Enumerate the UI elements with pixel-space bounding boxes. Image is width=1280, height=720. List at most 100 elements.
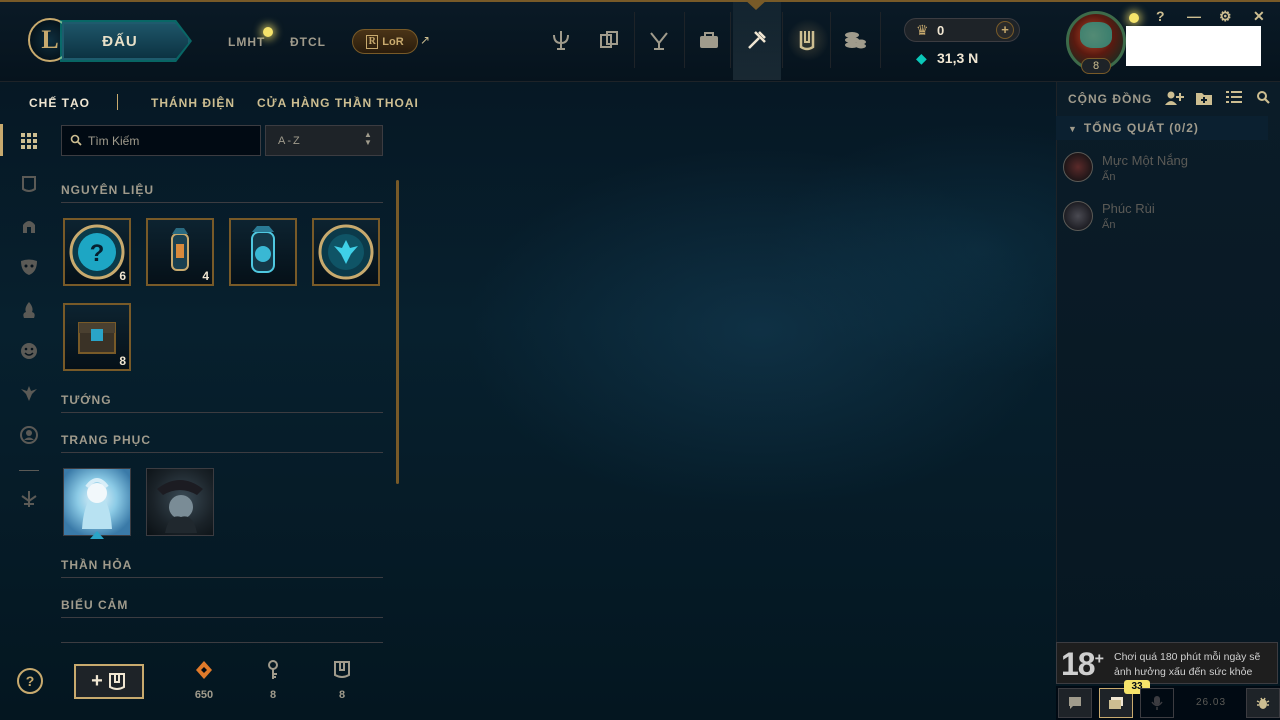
tft-icon[interactable]: [595, 26, 623, 54]
store-icon[interactable]: [695, 26, 723, 54]
loot-tile-mythic[interactable]: [312, 218, 380, 286]
section-divider: [61, 202, 383, 203]
skin-ice-icon: [82, 478, 112, 529]
loot-tile-mystery[interactable]: ? 6: [63, 218, 131, 286]
social-title: CỘNG ĐỒNG: [1068, 92, 1153, 106]
age-warning-text: Chơi quá 180 phút mỗi ngày sẽ ảnh hưởng …: [1114, 651, 1261, 678]
skin-dark-icon: [157, 480, 203, 533]
loot-count: 4: [202, 269, 209, 283]
section-title-materials[interactable]: NGUYÊN LIỆU: [61, 183, 154, 197]
lor-label: LoR: [382, 35, 404, 48]
help-icon[interactable]: ?: [17, 668, 43, 694]
minimize-button[interactable]: —: [1187, 8, 1201, 24]
loot-count: 8: [119, 354, 126, 368]
age-rating-plus: +: [1094, 650, 1104, 668]
chevron-down-icon: ▼: [1068, 124, 1078, 134]
search-input[interactable]: [88, 131, 253, 151]
chest-icon: [108, 672, 125, 690]
crafting-icon[interactable]: [743, 26, 771, 54]
loot-tile-chest[interactable]: 8: [63, 303, 131, 371]
buy-rp-button[interactable]: +: [996, 21, 1014, 39]
notification-dot: [263, 27, 273, 37]
voice-button[interactable]: [1140, 688, 1174, 718]
nav-divider: [684, 12, 685, 68]
svg-text:?: ?: [90, 240, 105, 267]
age-rating: 18+: [1061, 646, 1104, 683]
notifications-icon: [1109, 697, 1123, 709]
key-stat: 8: [253, 660, 293, 701]
sidebar-item-skin-icon[interactable]: [18, 256, 40, 278]
orange-essence-stat: 650: [184, 660, 224, 701]
scrollbar[interactable]: [396, 180, 399, 484]
sidebar-item-all-icon[interactable]: [18, 130, 40, 152]
nav-divider: [730, 12, 731, 68]
section-title-champions[interactable]: TƯỚNG: [61, 393, 112, 407]
close-button[interactable]: ✕: [1253, 8, 1265, 25]
chat-button[interactable]: [1058, 688, 1092, 718]
nav-active-caret-icon: [743, 0, 769, 12]
tab-crafting[interactable]: CHẾ TẠO: [29, 96, 90, 110]
rp-icon: ♛: [916, 22, 929, 38]
bug-icon: [1256, 697, 1270, 709]
tab-mythic-shop[interactable]: CỬA HÀNG THẦN THOẠI: [257, 96, 419, 110]
add-chest-button[interactable]: +: [74, 664, 144, 699]
nav-link-lol[interactable]: LMHT: [228, 35, 265, 49]
section-title-emotes[interactable]: BIỂU CẢM: [61, 598, 128, 612]
blue-essence-icon: ◆: [916, 50, 927, 66]
nav-link-tft[interactable]: ĐTCL: [290, 35, 326, 49]
sidebar-item-ward-icon[interactable]: [18, 299, 40, 321]
sidebar-item-mythic-icon[interactable]: [18, 382, 40, 404]
skin-tile-ice[interactable]: [63, 468, 131, 536]
hextech-capsule-icon: [251, 226, 275, 273]
clash-icon[interactable]: [645, 26, 673, 54]
help-window-button[interactable]: ?: [1156, 8, 1165, 24]
skin-chroma-indicator-icon: [90, 531, 104, 539]
age-rating-number: 18: [1061, 646, 1096, 682]
section-divider: [61, 642, 383, 643]
add-folder-icon[interactable]: [1195, 90, 1213, 110]
section-title-skins[interactable]: TRANG PHỤC: [61, 433, 151, 447]
sidebar-item-tft-icon[interactable]: [18, 488, 40, 510]
nav-divider: [880, 12, 881, 68]
friend-status: Ẩn: [1102, 171, 1116, 183]
settings-button[interactable]: ⚙: [1219, 8, 1232, 25]
search-friends-icon[interactable]: [1256, 90, 1270, 108]
section-divider: [61, 617, 383, 618]
friend-name[interactable]: Phúc Rùi: [1102, 201, 1155, 216]
loot-icon[interactable]: [841, 26, 869, 54]
key-icon: [268, 660, 278, 679]
list-view-icon[interactable]: [1226, 90, 1242, 108]
loot-tile-capsule[interactable]: 4: [146, 218, 214, 286]
rp-value: 0: [937, 23, 945, 38]
chest-value: 8: [338, 689, 346, 701]
chat-icon: [1069, 697, 1081, 709]
skin-tile-dark[interactable]: [146, 468, 214, 536]
orange-essence-icon: [196, 661, 212, 679]
friend-group-label: ▼ TỔNG QUÁT (0/2): [1068, 121, 1199, 135]
search-icon: [70, 133, 84, 147]
collection-icon[interactable]: [793, 26, 821, 54]
friend-avatar[interactable]: [1063, 152, 1093, 182]
friend-name[interactable]: Mực Một Nắng: [1102, 153, 1188, 168]
loot-tile-hextech-capsule[interactable]: [229, 218, 297, 286]
nav-divider: [782, 12, 783, 68]
home-icon[interactable]: [547, 26, 575, 54]
profile-notification-dot: [1129, 13, 1139, 23]
sidebar-item-chest-icon[interactable]: [18, 173, 40, 195]
section-divider: [61, 412, 383, 413]
lor-button[interactable]: R LoR: [352, 29, 418, 54]
friend-avatar[interactable]: [1063, 201, 1093, 231]
sidebar-item-icon-icon[interactable]: [18, 424, 40, 446]
sidebar-divider: [19, 470, 39, 471]
play-button[interactable]: ĐẤU: [62, 22, 190, 60]
key-value: 8: [269, 689, 277, 701]
plus-icon: +: [91, 670, 103, 692]
play-button-label: ĐẤU: [102, 32, 138, 50]
sidebar-item-emote-icon[interactable]: [18, 340, 40, 362]
add-friend-icon[interactable]: [1164, 90, 1184, 110]
sidebar-item-champion-icon[interactable]: [18, 215, 40, 237]
tab-sanctum[interactable]: THÁNH ĐIỆN: [151, 96, 235, 110]
microphone-icon: [1151, 696, 1163, 710]
bug-report-button[interactable]: [1246, 688, 1280, 718]
section-title-wards[interactable]: THẦN HỎA: [61, 558, 132, 572]
